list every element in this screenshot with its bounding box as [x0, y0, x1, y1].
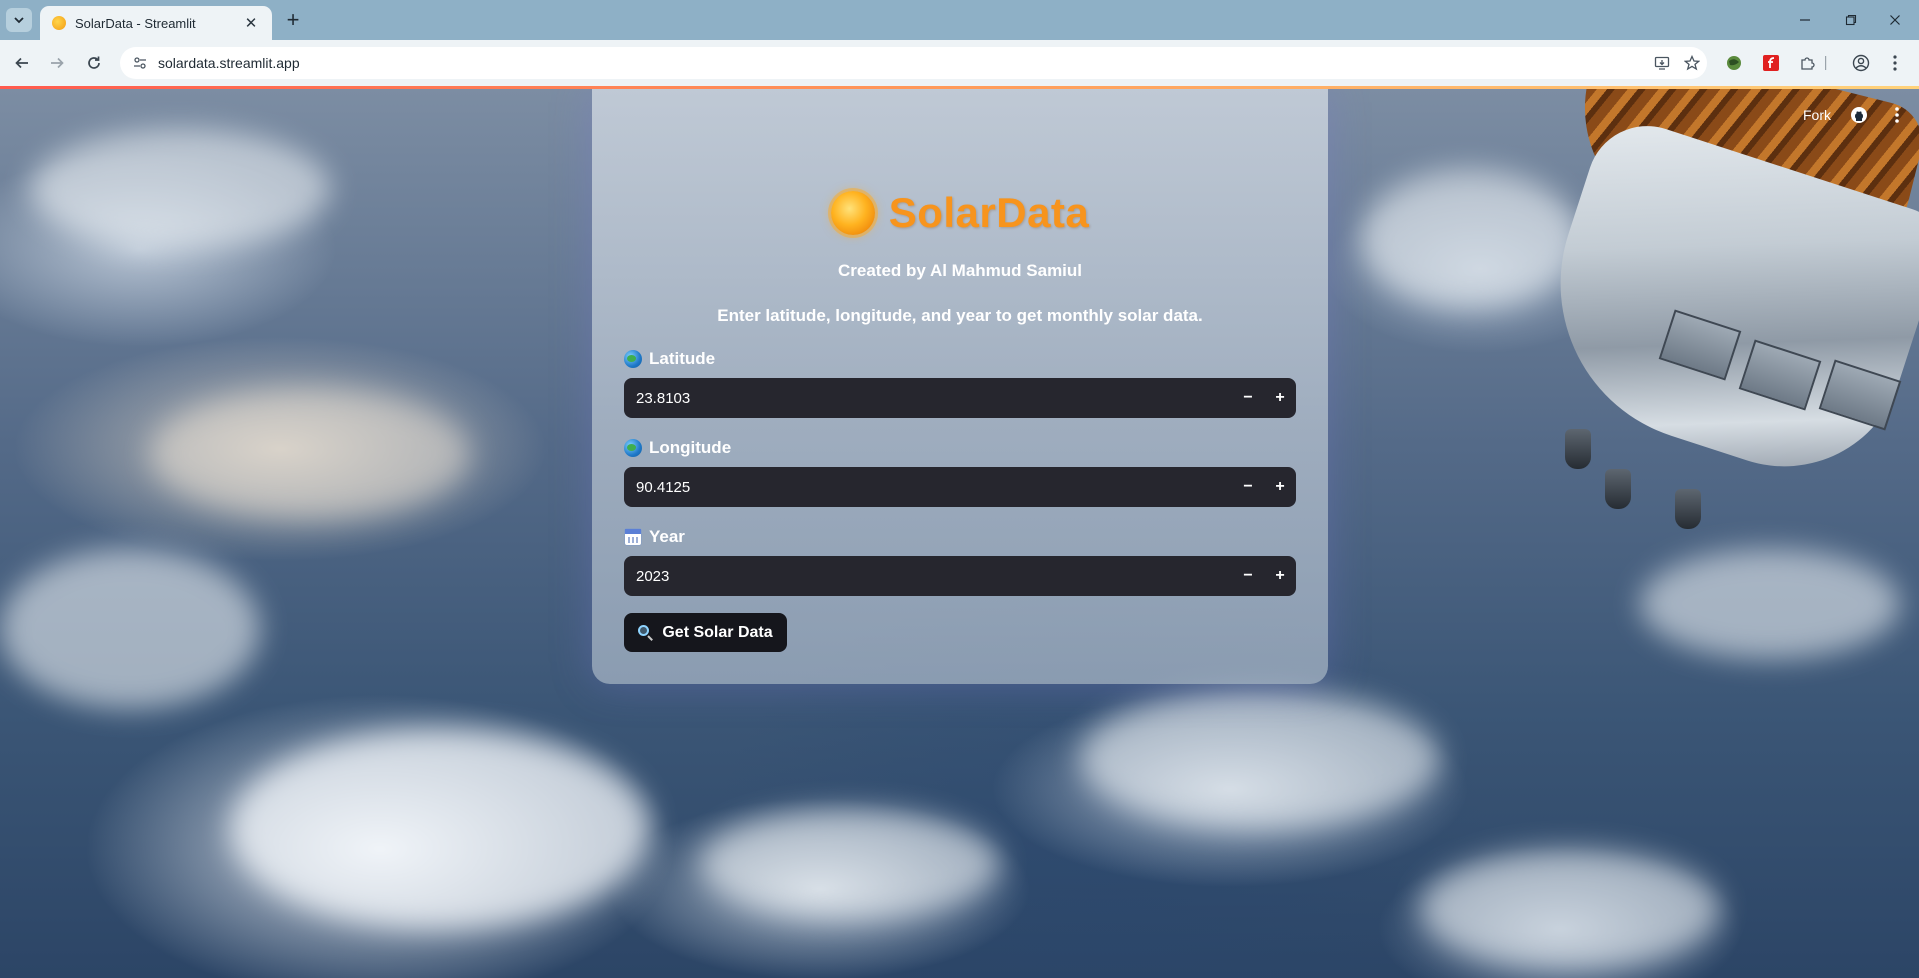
browser-menu-icon[interactable] [1884, 52, 1906, 74]
longitude-label: Longitude [624, 438, 731, 458]
install-app-icon[interactable] [1647, 48, 1677, 78]
longitude-input[interactable]: 90.4125 − + [624, 467, 1296, 507]
year-decrement-button[interactable]: − [1232, 556, 1264, 596]
new-tab-button[interactable]: + [280, 7, 306, 33]
browser-tab-strip: SolarData - Streamlit ✕ + [0, 0, 1919, 40]
cloud-decoration [1420, 849, 1720, 969]
cloud-decoration [700, 809, 1000, 919]
tab-title: SolarData - Streamlit [75, 15, 196, 31]
arrow-right-icon [51, 57, 64, 69]
extension-globe-icon[interactable] [1723, 52, 1745, 74]
fork-button[interactable]: Fork [1803, 107, 1831, 123]
arrow-left-icon [15, 57, 28, 69]
longitude-increment-button[interactable]: + [1264, 467, 1296, 507]
sun-icon [830, 191, 875, 235]
app-title: SolarData [888, 189, 1090, 236]
restore-button[interactable] [1836, 8, 1866, 32]
tab-search-button[interactable] [6, 8, 32, 32]
profile-icon[interactable] [1850, 52, 1872, 74]
globe-icon [624, 439, 642, 457]
tab-close-icon[interactable]: ✕ [242, 14, 260, 32]
latitude-input[interactable]: 23.8103 − + [624, 378, 1296, 418]
globe-icon [624, 350, 642, 368]
get-solar-data-label: Get Solar Data [662, 623, 773, 641]
latitude-increment-button[interactable]: + [1264, 378, 1296, 418]
latitude-value[interactable]: 23.8103 [624, 390, 1232, 407]
app-menu-icon[interactable] [1887, 105, 1907, 125]
main-card: SolarData Created by Al Mahmud Samiul En… [592, 89, 1328, 684]
cloud-decoration [150, 389, 470, 519]
longitude-value[interactable]: 90.4125 [624, 479, 1232, 496]
address-url[interactable]: solardata.streamlit.app [158, 55, 1647, 71]
space-station-image [1515, 89, 1919, 539]
browser-toolbar: solardata.streamlit.app [0, 40, 1919, 86]
instructions-text: Enter latitude, longitude, and year to g… [717, 306, 1203, 325]
longitude-decrement-button[interactable]: − [1232, 467, 1264, 507]
back-button[interactable] [10, 51, 34, 75]
longitude-label-text: Longitude [649, 438, 732, 457]
minimize-button[interactable] [1790, 8, 1820, 32]
forward-button[interactable] [45, 51, 69, 75]
year-increment-button[interactable]: + [1264, 556, 1296, 596]
magnifier-icon [638, 624, 654, 641]
cloud-decoration [30, 129, 330, 249]
restore-icon [1845, 14, 1857, 26]
station-thruster [1605, 469, 1631, 509]
calendar-icon [624, 528, 642, 546]
app-title-row: SolarData [592, 189, 1328, 237]
github-icon[interactable] [1849, 105, 1869, 125]
station-thruster [1675, 489, 1701, 529]
station-thruster [1565, 429, 1591, 469]
cloud-decoration [1640, 549, 1900, 659]
year-label-text: Year [649, 527, 685, 546]
cloud-decoration [0, 549, 260, 709]
toolbar-divider [1824, 52, 1828, 74]
minimize-icon [1800, 19, 1810, 21]
address-bar[interactable]: solardata.streamlit.app [120, 47, 1707, 79]
bookmark-star-icon[interactable] [1677, 48, 1707, 78]
chevron-down-icon [14, 17, 24, 24]
year-value[interactable]: 2023 [624, 568, 1232, 585]
extensions-puzzle-icon[interactable] [1797, 52, 1819, 74]
extension-flash-icon[interactable] [1760, 52, 1782, 74]
year-label: Year [624, 527, 685, 547]
latitude-decrement-button[interactable]: − [1232, 378, 1264, 418]
cloud-decoration [230, 729, 650, 929]
close-icon [1890, 15, 1900, 25]
author-credit: Created by Al Mahmud Samiul [837, 261, 1083, 280]
streamlit-header-actions: Fork [1803, 105, 1907, 125]
get-solar-data-button[interactable]: Get Solar Data [624, 613, 787, 652]
reload-button[interactable] [82, 51, 106, 75]
latitude-label-text: Latitude [649, 349, 716, 368]
sun-favicon-icon [52, 16, 66, 30]
app-viewport: Fork SolarData Created by Al Mahmud Sami… [0, 89, 1919, 978]
year-input[interactable]: 2023 − + [624, 556, 1296, 596]
browser-tab-active[interactable]: SolarData - Streamlit ✕ [40, 6, 272, 40]
site-info-icon[interactable] [132, 55, 148, 71]
latitude-label: Latitude [624, 349, 715, 369]
cloud-decoration [1080, 689, 1440, 829]
close-window-button[interactable] [1880, 8, 1910, 32]
reload-icon [88, 56, 100, 69]
